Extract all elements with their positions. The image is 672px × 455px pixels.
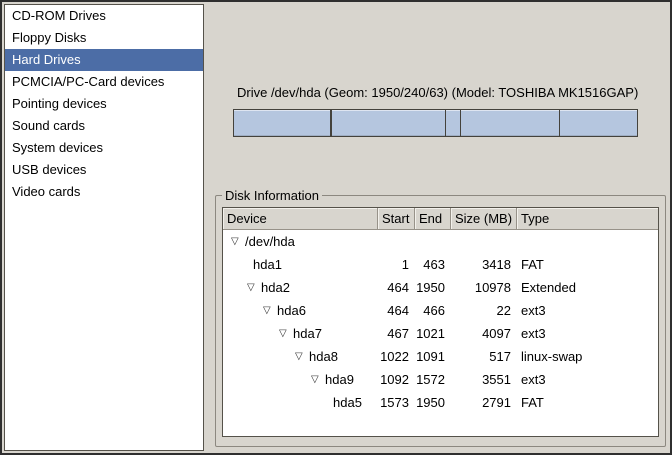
disk-row-hda6[interactable]: ▽hda646446622ext3 [223,299,658,322]
device-label: hda2 [261,276,290,299]
cell-size: 2791 [451,391,517,414]
expander-open-icon[interactable]: ▽ [295,345,309,368]
disk-row-hda7[interactable]: ▽hda746710214097ext3 [223,322,658,345]
sidebar-item-floppy-disks[interactable]: Floppy Disks [5,27,203,49]
cell-end: 1091 [415,345,451,368]
drive-title: Drive /dev/hda (Geom: 1950/240/63) (Mode… [237,85,638,100]
cell-size: 517 [451,345,517,368]
cell-size: 3551 [451,368,517,391]
device-label: hda8 [309,345,338,368]
category-list: CD-ROM DrivesFloppy DisksHard DrivesPCMC… [4,4,204,451]
cell-type: linux-swap [517,345,658,368]
column-header-device[interactable]: Device [223,208,378,230]
cell-size: 4097 [451,322,517,345]
expander-open-icon[interactable]: ▽ [279,322,293,345]
cell-device: ▽hda8 [223,345,378,368]
device-label: hda1 [253,253,282,276]
cell-type [517,230,658,253]
column-header-start[interactable]: Start [378,208,415,230]
device-label: hda9 [325,368,354,391]
sidebar-item-usb-devices[interactable]: USB devices [5,159,203,181]
disk-row-hda1[interactable]: hda1 14633418FAT [223,253,658,276]
cell-type: ext3 [517,368,658,391]
hardware-browser-window: CD-ROM DrivesFloppy DisksHard DrivesPCMC… [0,0,672,455]
sidebar-item-cd-rom-drives[interactable]: CD-ROM Drives [5,5,203,27]
disk-row-hda9[interactable]: ▽hda9109215723551ext3 [223,368,658,391]
cell-type: FAT [517,253,658,276]
cell-end: 1572 [415,368,451,391]
cell-device: hda5 [223,391,378,414]
cell-device: ▽/dev/hda [223,230,378,253]
disk-row-hda5[interactable]: hda5 157319502791FAT [223,391,658,414]
cell-end: 1950 [415,391,451,414]
cell-end: 1021 [415,322,451,345]
disk-row-hda2[interactable]: ▽hda2464195010978Extended [223,276,658,299]
partition-segment-hda7 [331,110,446,136]
sidebar-item-pointing-devices[interactable]: Pointing devices [5,93,203,115]
disk-information-label: Disk Information [222,188,322,203]
cell-start: 1022 [378,345,415,368]
cell-end: 1950 [415,276,451,299]
partition-segment-hda5 [559,110,637,136]
cell-size: 22 [451,299,517,322]
disk-row-hda8[interactable]: ▽hda810221091517linux-swap [223,345,658,368]
cell-device: ▽hda6 [223,299,378,322]
cell-end: 463 [415,253,451,276]
cell-device: hda1 [223,253,378,276]
partition-segment-hda8 [445,110,459,136]
cell-start: 467 [378,322,415,345]
column-header-type[interactable]: Type [517,208,658,230]
cell-type: ext3 [517,299,658,322]
device-label: /dev/hda [245,230,295,253]
disk-table-body: ▽/dev/hdahda114633418FAT▽hda246419501097… [223,230,658,436]
expander-open-icon[interactable]: ▽ [263,299,277,322]
cell-device: ▽hda9 [223,368,378,391]
sidebar-item-sound-cards[interactable]: Sound cards [5,115,203,137]
cell-end [415,230,451,253]
cell-device: ▽hda2 [223,276,378,299]
disk-table-header: DeviceStartEndSize (MB)Type [223,208,658,230]
device-label: hda7 [293,322,322,345]
cell-start: 1 [378,253,415,276]
cell-start: 464 [378,299,415,322]
cell-start [378,230,415,253]
column-header-end[interactable]: End [415,208,451,230]
expander-open-icon[interactable]: ▽ [247,276,261,299]
disk-row-dev-hda[interactable]: ▽/dev/hda [223,230,658,253]
expander-open-icon[interactable]: ▽ [231,230,245,253]
cell-type: ext3 [517,322,658,345]
cell-device: ▽hda7 [223,322,378,345]
cell-size [451,230,517,253]
sidebar-item-hard-drives[interactable]: Hard Drives [5,49,203,71]
sidebar-item-pcmcia-pc-card-devices[interactable]: PCMCIA/PC-Card devices [5,71,203,93]
cell-size: 3418 [451,253,517,276]
partition-segment-hda9 [460,110,559,136]
partition-segment-hda1 [234,110,330,136]
sidebar-item-system-devices[interactable]: System devices [5,137,203,159]
sidebar-item-video-cards[interactable]: Video cards [5,181,203,203]
cell-type: FAT [517,391,658,414]
cell-start: 1573 [378,391,415,414]
cell-start: 464 [378,276,415,299]
disk-table: DeviceStartEndSize (MB)Type ▽/dev/hdahda… [222,207,659,437]
column-header-size-mb[interactable]: Size (MB) [451,208,517,230]
partition-bar [233,109,638,137]
device-label: hda6 [277,299,306,322]
disk-information-frame: Disk Information DeviceStartEndSize (MB)… [215,188,666,447]
cell-size: 10978 [451,276,517,299]
cell-start: 1092 [378,368,415,391]
cell-end: 466 [415,299,451,322]
cell-type: Extended [517,276,658,299]
expander-open-icon[interactable]: ▽ [311,368,325,391]
device-label: hda5 [333,391,362,414]
